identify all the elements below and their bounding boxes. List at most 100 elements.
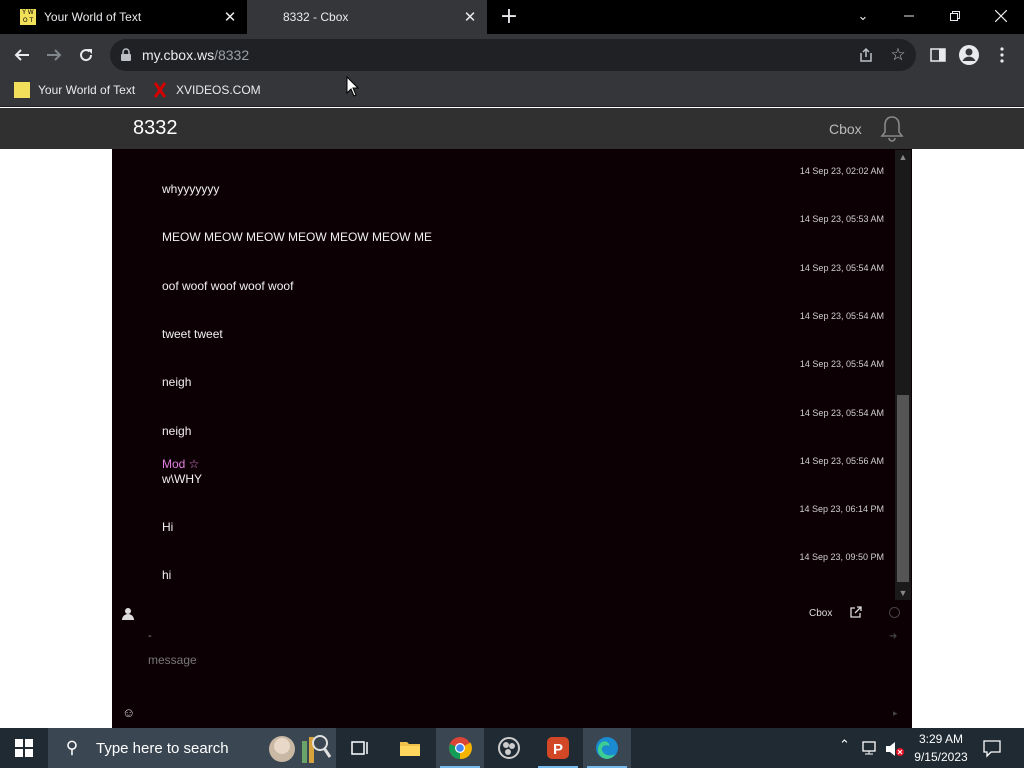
url-text[interactable]: my.cbox.ws/8332 — [142, 46, 249, 64]
scroll-up-arrow-icon[interactable]: ▲ — [895, 151, 911, 163]
scroll-down-arrow-icon[interactable]: ▼ — [895, 587, 911, 599]
close-window-button[interactable] — [978, 0, 1024, 32]
p-app-icon: P — [547, 737, 569, 759]
edge-button[interactable] — [583, 728, 631, 768]
clock-time: 3:29 AM — [918, 732, 964, 746]
bookmark-star-button[interactable]: ☆ — [884, 41, 912, 69]
obs-icon — [498, 737, 520, 759]
bookmark-label: Your World of Text — [38, 83, 136, 97]
url-path: /8332 — [214, 47, 250, 63]
mouse-cursor-icon — [346, 76, 360, 97]
kebab-menu-icon — [1000, 47, 1004, 63]
system-clock[interactable]: 3:29 AM 9/15/2023 — [906, 730, 976, 766]
share-button[interactable] — [852, 41, 880, 69]
restore-button[interactable] — [932, 0, 978, 32]
clock-date: 9/15/2023 — [914, 750, 968, 764]
bell-icon[interactable] — [879, 114, 905, 142]
papago-button[interactable]: P — [534, 728, 582, 768]
message-text: neigh — [162, 375, 192, 389]
message-author[interactable]: Mod ☆ — [162, 457, 199, 471]
bookmark-xvideos[interactable]: XVIDEOS.COM — [152, 80, 261, 100]
windows-logo-icon — [15, 739, 33, 757]
forward-arrow-icon — [47, 49, 62, 61]
message-timestamp: 14 Sep 23, 05:53 AM — [799, 214, 884, 224]
tab-search-chevron-icon[interactable]: ⌄ — [840, 0, 886, 32]
name-field[interactable]: - — [148, 630, 448, 644]
yourworldoftext-favicon — [14, 82, 30, 98]
folder-icon — [400, 742, 420, 756]
edge-icon — [596, 737, 618, 759]
chat-scrollbar-thumb[interactable] — [897, 395, 909, 582]
message-timestamp: 14 Sep 23, 05:54 AM — [799, 408, 884, 418]
search-placeholder: Type here to search — [96, 739, 229, 757]
star-icon: ☆ — [890, 45, 906, 65]
tab-title: 8332 - Cbox — [283, 10, 349, 24]
status-circle-icon[interactable] — [889, 607, 900, 618]
back-arrow-icon — [14, 49, 29, 61]
message-text: oof woof woof woof woof — [162, 279, 294, 293]
send-arrow-icon[interactable]: ▸ — [893, 708, 898, 719]
message-text: w\WHY — [162, 472, 202, 486]
new-tab-button[interactable]: + — [497, 5, 521, 29]
message-timestamp: 14 Sep 23, 02:02 AM — [799, 166, 884, 176]
side-panel-icon — [930, 48, 946, 62]
forward-button[interactable] — [40, 41, 68, 69]
emoji-icon[interactable]: ☺ — [122, 706, 136, 720]
minimize-icon — [904, 15, 914, 17]
message-text: neigh — [162, 424, 192, 438]
svg-text:P: P — [553, 741, 563, 758]
side-panel-button[interactable] — [924, 41, 952, 69]
menu-button[interactable] — [988, 41, 1016, 69]
back-button[interactable] — [8, 41, 36, 69]
profile-avatar-icon — [959, 45, 979, 65]
message-timestamp: 14 Sep 23, 09:50 PM — [799, 552, 884, 562]
close-icon — [995, 10, 1007, 22]
task-view-icon — [351, 741, 368, 755]
reload-icon — [80, 49, 93, 62]
message-text: hi — [162, 568, 172, 582]
network-icon[interactable] — [862, 741, 880, 755]
message-timestamp: 14 Sep 23, 05:54 AM — [799, 263, 884, 273]
minimize-button[interactable] — [886, 0, 932, 32]
bookmark-label: XVIDEOS.COM — [176, 83, 261, 97]
obs-button[interactable] — [485, 728, 533, 768]
message-timestamp: 14 Sep 23, 06:14 PM — [799, 504, 884, 514]
tab-cbox[interactable]: 8332 - Cbox ✕ — [247, 0, 487, 34]
task-view-button[interactable] — [336, 728, 384, 768]
close-tab-icon[interactable]: ✕ — [459, 6, 481, 28]
message-text: MEOW MEOW MEOW MEOW MEOW MEOW ME — [162, 230, 432, 244]
file-explorer-button[interactable] — [386, 728, 434, 768]
share-icon — [860, 47, 872, 62]
external-link-icon[interactable] — [850, 606, 864, 620]
room-title: 8332 — [133, 117, 178, 139]
message-input[interactable] — [148, 650, 848, 670]
x-favicon — [153, 82, 167, 98]
tab-your-world-of-text[interactable]: Y WO T Your World of Text ✕ — [0, 0, 247, 34]
bookmark-your-world-of-text[interactable]: Your World of Text — [14, 80, 135, 100]
popout-icon — [850, 606, 862, 618]
url-domain: my.cbox.ws — [142, 47, 215, 63]
message-text: whyyyyyyy — [162, 182, 220, 196]
reload-button[interactable] — [72, 41, 100, 69]
volume-muted-icon[interactable] — [885, 741, 905, 757]
chrome-icon — [449, 737, 472, 760]
message-text: tweet tweet — [162, 327, 223, 341]
close-tab-icon[interactable]: ✕ — [219, 6, 241, 28]
cbox-footer-link[interactable]: Cbox — [809, 608, 832, 619]
start-button[interactable] — [0, 728, 48, 768]
cbox-brand-link[interactable]: Cbox — [829, 121, 862, 137]
message-timestamp: 14 Sep 23, 05:56 AM — [799, 456, 884, 466]
profile-button[interactable] — [955, 41, 983, 69]
chrome-button[interactable] — [436, 728, 484, 768]
message-timestamp: 14 Sep 23, 05:54 AM — [799, 311, 884, 321]
user-icon[interactable] — [122, 607, 134, 620]
yourworldoftext-favicon: Y WO T — [20, 9, 36, 25]
login-icon[interactable]: ➜ — [889, 631, 901, 643]
message-text: Hi — [162, 520, 174, 534]
restore-icon — [950, 11, 960, 21]
search-icon: ⚲ — [65, 738, 79, 758]
lock-icon[interactable] — [120, 48, 132, 62]
notifications-icon[interactable] — [982, 738, 1002, 758]
tab-title: Your World of Text — [44, 10, 142, 24]
show-hidden-icons-chevron[interactable]: ⌃ — [839, 738, 850, 758]
